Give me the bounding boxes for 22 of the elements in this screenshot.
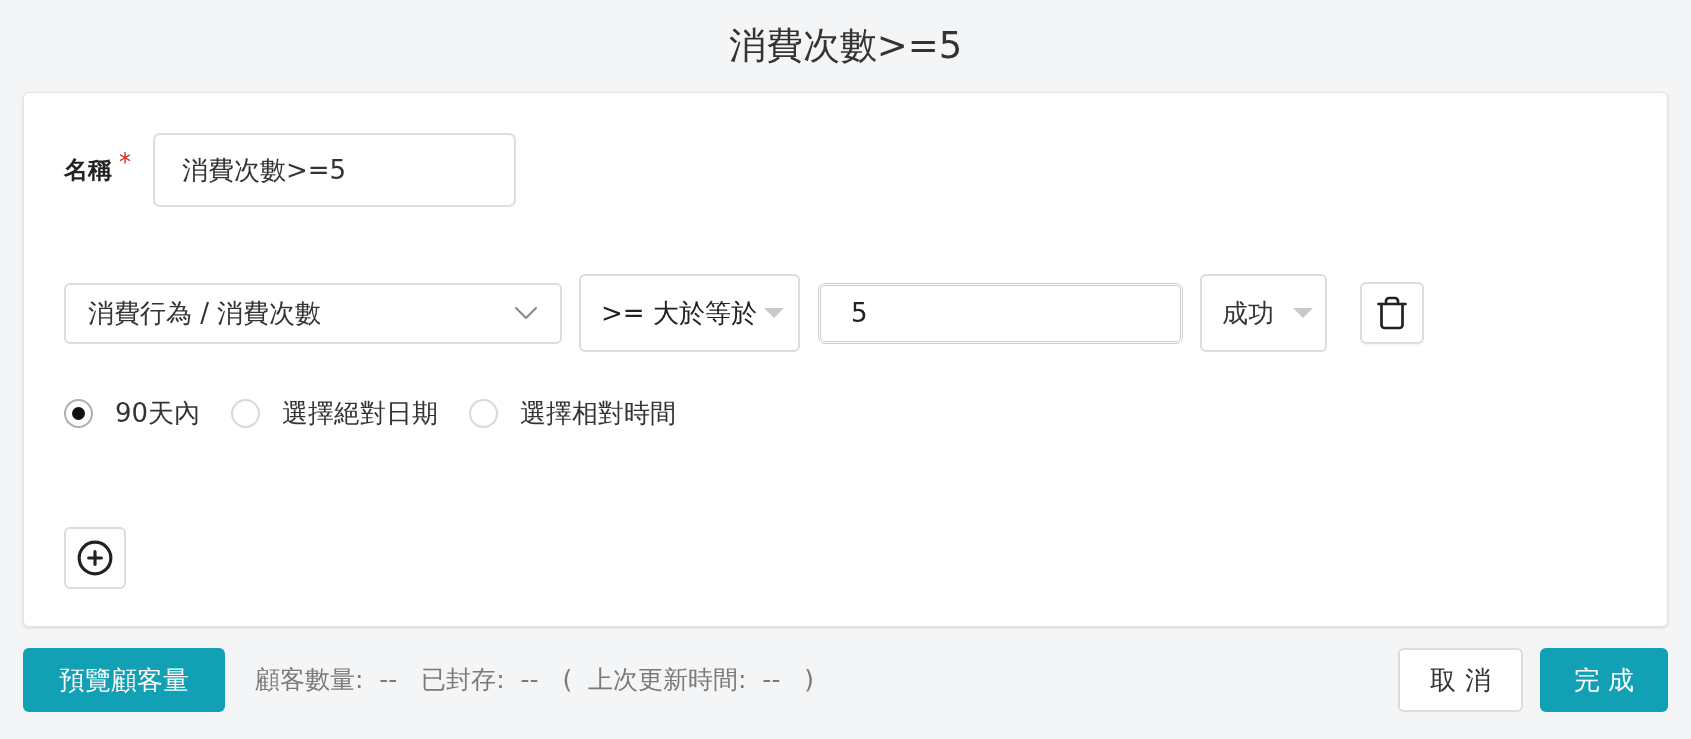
plus-circle-icon	[76, 539, 114, 577]
trash-icon	[1374, 295, 1410, 331]
radio-button[interactable]	[64, 398, 93, 428]
status-select[interactable]: 成功	[1200, 274, 1327, 352]
radio-label: 選擇相對時間	[520, 396, 677, 430]
name-input[interactable]: 消費次數>=5	[153, 133, 516, 207]
radio-label: 90天內	[115, 396, 201, 430]
page-title: 消費次數>=5	[728, 23, 963, 70]
amount-input[interactable]: 5	[818, 282, 1183, 344]
caret-icon	[1293, 308, 1313, 318]
radio-label: 選擇絕對日期	[282, 396, 439, 430]
cancel-button[interactable]: 取 消	[1398, 648, 1523, 712]
add-condition-button[interactable]	[64, 527, 126, 589]
operator-select[interactable]: >= 大於等於	[579, 274, 800, 352]
name-label: 名稱	[64, 155, 112, 186]
required-mark: *	[119, 150, 131, 174]
customer-stats-text: 顧客數量: -- 已封存: -- ( 上次更新時間: -- )	[255, 664, 814, 697]
radio-button[interactable]	[231, 398, 261, 428]
caret-icon	[764, 308, 784, 318]
delete-button[interactable]	[1360, 282, 1424, 344]
field-select[interactable]: 消費行為 / 消費次數	[64, 282, 562, 344]
radio-button[interactable]	[469, 398, 499, 428]
